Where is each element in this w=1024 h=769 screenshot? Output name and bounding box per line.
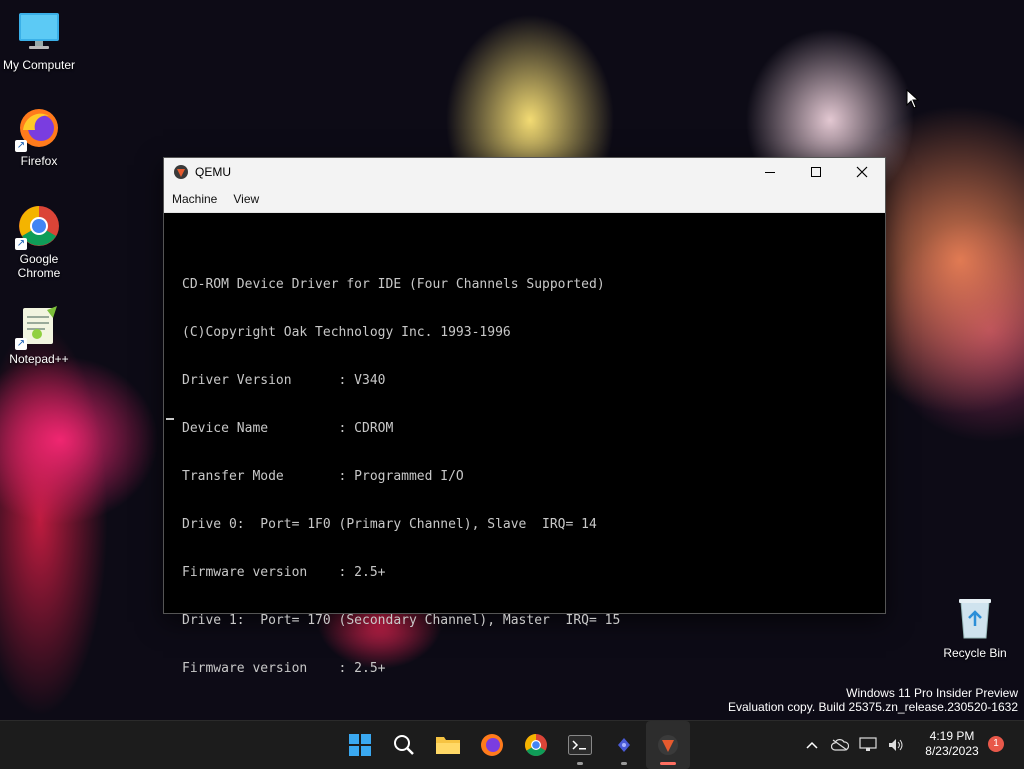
menu-view[interactable]: View: [225, 192, 267, 206]
clock-time: 4:19 PM: [929, 729, 975, 743]
desktop-icon-label: Google Chrome: [17, 252, 61, 280]
windows-watermark: Windows 11 Pro Insider Preview Evaluatio…: [728, 686, 1018, 714]
taskbar: 4:19 PM 8/23/2023: [0, 720, 1024, 769]
window-title: QEMU: [195, 165, 231, 179]
chevron-up-icon: [806, 741, 818, 749]
window-menubar: Machine View: [164, 186, 885, 213]
terminal-icon: [568, 735, 592, 755]
maximize-icon: [811, 167, 821, 177]
qemu-icon: [173, 164, 189, 180]
desktop-icon-label: Recycle Bin: [943, 646, 1007, 660]
cloud-offline-icon: [831, 739, 849, 751]
close-button[interactable]: [839, 158, 885, 186]
desktop-icon-google-chrome[interactable]: ↗ Google Chrome: [0, 204, 78, 280]
qemu-icon: [658, 735, 678, 755]
taskbar-app[interactable]: [602, 721, 646, 769]
taskbar-firefox[interactable]: [470, 721, 514, 769]
running-indicator: [660, 762, 676, 765]
chrome-icon: ↗: [15, 204, 61, 250]
console-line: Device Name : CDROM: [182, 421, 394, 436]
clock-date: 8/23/2023: [925, 744, 979, 758]
taskbar-terminal[interactable]: [558, 721, 602, 769]
maximize-button[interactable]: [793, 158, 839, 186]
desktop-icon-label: My Computer: [2, 58, 76, 72]
menu-machine[interactable]: Machine: [164, 192, 225, 206]
running-indicator: [621, 762, 627, 765]
running-indicator: [577, 762, 583, 765]
file-explorer-icon: [436, 737, 460, 754]
desktop-icon-recycle-bin[interactable]: Recycle Bin: [940, 596, 1010, 660]
console-line: (C)Copyright Oak Technology Inc. 1993-19…: [182, 325, 511, 340]
console-output: CD-ROM Device Driver for IDE (Four Chann…: [182, 245, 620, 709]
taskbar-clock[interactable]: 4:19 PM 8/23/2023: [916, 729, 988, 759]
console-line: Drive 0: Port= 1F0 (Primary Channel), Sl…: [182, 517, 597, 532]
desktop-icon-my-computer[interactable]: My Computer: [0, 10, 78, 72]
show-hidden-icons-button[interactable]: [800, 733, 824, 757]
start-icon: [349, 734, 371, 756]
taskbar-chrome[interactable]: [514, 721, 558, 769]
app-icon: [618, 738, 630, 752]
search-icon: [394, 735, 414, 755]
console-line: Transfer Mode : Programmed I/O: [182, 469, 464, 484]
watermark-line: Evaluation copy. Build 25375.zn_release.…: [728, 700, 1018, 714]
close-icon: [856, 166, 868, 178]
chrome-icon: [525, 734, 547, 756]
minimize-button[interactable]: [747, 158, 793, 186]
qemu-window[interactable]: QEMU Machine View CD-ROM Device Driver f…: [163, 157, 886, 676]
console-line: Driver Version : V340: [182, 373, 386, 388]
volume-button[interactable]: [884, 733, 908, 757]
speaker-icon: [889, 739, 903, 751]
taskbar-qemu[interactable]: [646, 721, 690, 769]
recycle-bin-icon: [955, 596, 995, 640]
start-button[interactable]: [338, 721, 382, 769]
shortcut-arrow-icon: ↗: [15, 338, 27, 350]
minimize-icon: [765, 172, 775, 173]
console-line: Firmware version : 2.5+: [182, 661, 386, 676]
shortcut-arrow-icon: ↗: [15, 238, 27, 250]
watermark-line: Windows 11 Pro Insider Preview: [846, 686, 1018, 700]
search-button[interactable]: [382, 721, 426, 769]
onedrive-button[interactable]: [828, 733, 852, 757]
notification-badge[interactable]: 1: [988, 736, 1004, 752]
taskbar-file-explorer[interactable]: [426, 721, 470, 769]
vm-display[interactable]: CD-ROM Device Driver for IDE (Four Chann…: [164, 213, 885, 676]
network-button[interactable]: [856, 733, 880, 757]
monitor-icon: [17, 10, 61, 54]
desktop-icon-label: Firefox: [20, 154, 58, 168]
console-line: Firmware version : 2.5+: [182, 565, 386, 580]
notepad-plus-plus-icon: ↗: [15, 304, 61, 350]
desktop-icon-firefox[interactable]: ↗ Firefox: [0, 106, 78, 168]
shortcut-arrow-icon: ↗: [15, 140, 27, 152]
system-tray: [800, 721, 912, 769]
console-line: Drive 1: Port= 170 (Secondary Channel), …: [182, 613, 621, 628]
desktop-icon-notepad-plus-plus[interactable]: ↗ Notepad++: [0, 304, 78, 366]
firefox-icon: [481, 734, 503, 756]
firefox-icon: ↗: [15, 106, 61, 152]
console-line: CD-ROM Device Driver for IDE (Four Chann…: [182, 277, 605, 292]
mouse-pointer-icon: [906, 88, 920, 114]
desktop-icon-label: Notepad++: [9, 352, 69, 366]
text-cursor: [166, 418, 174, 420]
network-icon: [859, 737, 877, 751]
window-titlebar[interactable]: QEMU: [164, 158, 885, 186]
